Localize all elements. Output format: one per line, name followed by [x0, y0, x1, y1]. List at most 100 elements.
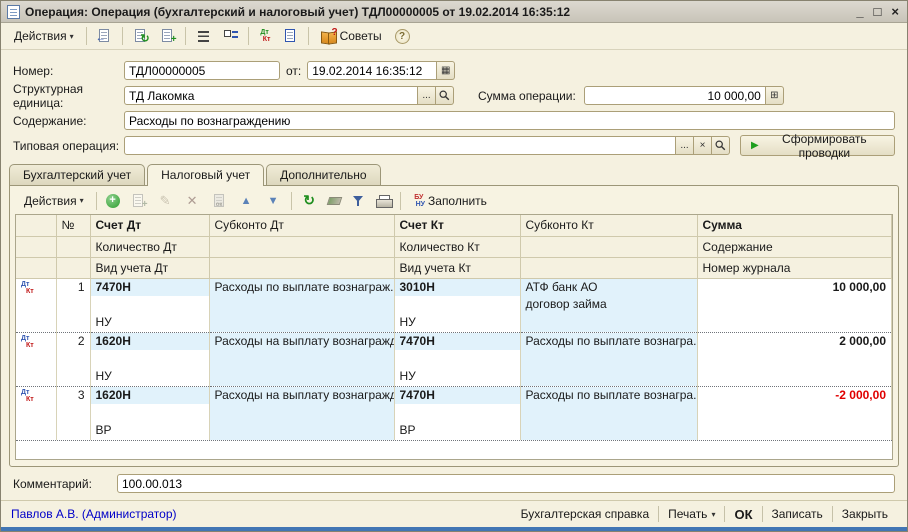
copy-row-button[interactable]: +	[126, 190, 151, 212]
fill-button[interactable]: БУНУ Заполнить	[406, 190, 494, 212]
account-kt-cell[interactable]: 7470Н	[394, 386, 520, 404]
subconto-kt-cell[interactable]: Расходы по выплате вознагра...	[520, 386, 697, 440]
copy-add-button[interactable]: +	[155, 25, 180, 47]
maximize-button[interactable]: □	[874, 5, 882, 19]
subconto-dt-cell[interactable]: Расходы на выплату вознагражд...	[209, 386, 394, 440]
unit-input[interactable]	[124, 86, 418, 105]
calculator-button[interactable]: ⊞	[766, 86, 784, 105]
tab-accounting[interactable]: Бухгалтерский учет	[9, 164, 145, 185]
tab-additional[interactable]: Дополнительно	[266, 164, 380, 185]
close-button[interactable]: ×	[891, 5, 899, 19]
date-picker-button[interactable]: ▦	[437, 61, 455, 80]
ok-button[interactable]: ОК	[725, 505, 761, 524]
delete-row-button[interactable]: ✕	[180, 190, 205, 212]
kind-kt-cell[interactable]: НУ	[394, 368, 520, 386]
table-row[interactable]: ДтКт 1 7470Н Расходы по выплате вознагра…	[16, 278, 892, 296]
actions-menu-button[interactable]: Действия ▾	[7, 25, 81, 47]
table-row[interactable]: ДтКт 2 1620Н Расходы на выплату вознагра…	[16, 332, 892, 350]
print-table-button[interactable]	[372, 190, 395, 212]
list-setup-button[interactable]	[218, 25, 243, 47]
kind-dt-cell[interactable]: ВР	[90, 422, 209, 440]
header-account-kt[interactable]: Счет Кт	[394, 215, 520, 236]
row-number[interactable]: 3	[56, 386, 90, 440]
kind-kt-cell[interactable]: НУ	[394, 314, 520, 332]
help-button[interactable]: ?	[391, 25, 414, 47]
generate-postings-button[interactable]: ▶ Сформировать проводки	[740, 135, 895, 156]
row-number[interactable]: 2	[56, 332, 90, 386]
journal-button[interactable]	[278, 25, 303, 47]
edit-row-button[interactable]: ✎	[153, 190, 178, 212]
header-account-dt[interactable]: Счет Дт	[90, 215, 209, 236]
sum-cell[interactable]: 10 000,00	[697, 278, 892, 296]
journal-cell[interactable]	[697, 422, 892, 440]
end-edit-button[interactable]: ок	[207, 190, 232, 212]
sum-cell[interactable]: 2 000,00	[697, 332, 892, 350]
header-journal[interactable]: Номер журнала	[697, 257, 892, 278]
table-row[interactable]: ДтКт 3 1620Н Расходы на выплату вознагра…	[16, 386, 892, 404]
account-kt-cell[interactable]: 3010Н	[394, 278, 520, 296]
move-down-button[interactable]: ▼	[261, 190, 286, 212]
close-form-button[interactable]: Закрыть	[833, 505, 897, 523]
subconto-kt-cell[interactable]: АТФ банк АОдоговор займа	[520, 278, 697, 332]
content-cell[interactable]	[697, 404, 892, 422]
tab-tax-accounting[interactable]: Налоговый учет	[147, 164, 264, 186]
filter-settings-button[interactable]	[348, 190, 370, 212]
account-dt-cell[interactable]: 1620Н	[90, 332, 209, 350]
unit-open-button[interactable]	[436, 86, 454, 105]
header-qty-kt[interactable]: Количество Кт	[394, 236, 520, 257]
account-kt-cell[interactable]: 7470Н	[394, 332, 520, 350]
qty-dt-cell[interactable]	[90, 296, 209, 314]
subconto-dt-cell[interactable]: Расходы на выплату вознагражд...	[209, 332, 394, 386]
accounting-reference-button[interactable]: Бухгалтерская справка	[512, 505, 659, 523]
list-settings-button[interactable]	[191, 25, 216, 47]
operation-sum-input[interactable]	[584, 86, 766, 105]
header-kind-kt[interactable]: Вид учета Кт	[394, 257, 520, 278]
subconto-dt-cell[interactable]: Расходы по выплате вознаграж...	[209, 278, 394, 332]
subconto-kt-cell[interactable]: Расходы по выплате вознагра...	[520, 332, 697, 386]
refresh-button[interactable]: ↻	[128, 25, 153, 47]
qty-dt-cell[interactable]	[90, 404, 209, 422]
print-button[interactable]: Печать ▾	[659, 505, 724, 523]
typical-select-button[interactable]: ...	[676, 136, 694, 155]
toggle-activity-button[interactable]	[324, 190, 346, 212]
header-sum[interactable]: Сумма	[697, 215, 892, 236]
qty-kt-cell[interactable]	[394, 350, 520, 368]
header-content[interactable]: Содержание	[697, 236, 892, 257]
unit-select-button[interactable]: ...	[418, 86, 436, 105]
table-actions-menu-button[interactable]: Действия ▾	[17, 190, 91, 212]
kind-dt-cell[interactable]: НУ	[90, 314, 209, 332]
header-qty-dt[interactable]: Количество Дт	[90, 236, 209, 257]
add-row-button[interactable]: +	[102, 190, 124, 212]
content-cell[interactable]	[697, 350, 892, 368]
minimize-button[interactable]: _	[856, 5, 863, 19]
qty-dt-cell[interactable]	[90, 350, 209, 368]
header-kind-dt[interactable]: Вид учета Дт	[90, 257, 209, 278]
typical-operation-input[interactable]	[124, 136, 676, 155]
journal-cell[interactable]	[697, 368, 892, 386]
kind-kt-cell[interactable]: ВР	[394, 422, 520, 440]
header-num[interactable]: №	[56, 215, 90, 236]
save-button[interactable]: Записать	[763, 505, 832, 523]
kind-dt-cell[interactable]: НУ	[90, 368, 209, 386]
date-input[interactable]	[307, 61, 437, 80]
tips-button[interactable]: ? Советы	[314, 25, 389, 47]
move-up-button[interactable]: ▲	[234, 190, 259, 212]
header-subconto-kt[interactable]: Субконто Кт	[520, 215, 697, 236]
content-cell[interactable]	[697, 296, 892, 314]
row-number[interactable]: 1	[56, 278, 90, 332]
dtkt-button[interactable]: ДтКт	[254, 25, 276, 47]
qty-kt-cell[interactable]	[394, 296, 520, 314]
account-dt-cell[interactable]: 1620Н	[90, 386, 209, 404]
sum-cell[interactable]: -2 000,00	[697, 386, 892, 404]
qty-kt-cell[interactable]	[394, 404, 520, 422]
account-dt-cell[interactable]: 7470Н	[90, 278, 209, 296]
content-input[interactable]	[124, 111, 895, 130]
reread-button[interactable]: ←	[92, 25, 117, 47]
refresh-table-button[interactable]: ↻	[297, 190, 322, 212]
header-subconto-dt[interactable]: Субконто Дт	[209, 215, 394, 236]
typical-clear-button[interactable]: ×	[694, 136, 712, 155]
typical-open-button[interactable]	[712, 136, 730, 155]
comment-input[interactable]	[117, 474, 895, 493]
number-input[interactable]	[124, 61, 280, 80]
journal-cell[interactable]	[697, 314, 892, 332]
